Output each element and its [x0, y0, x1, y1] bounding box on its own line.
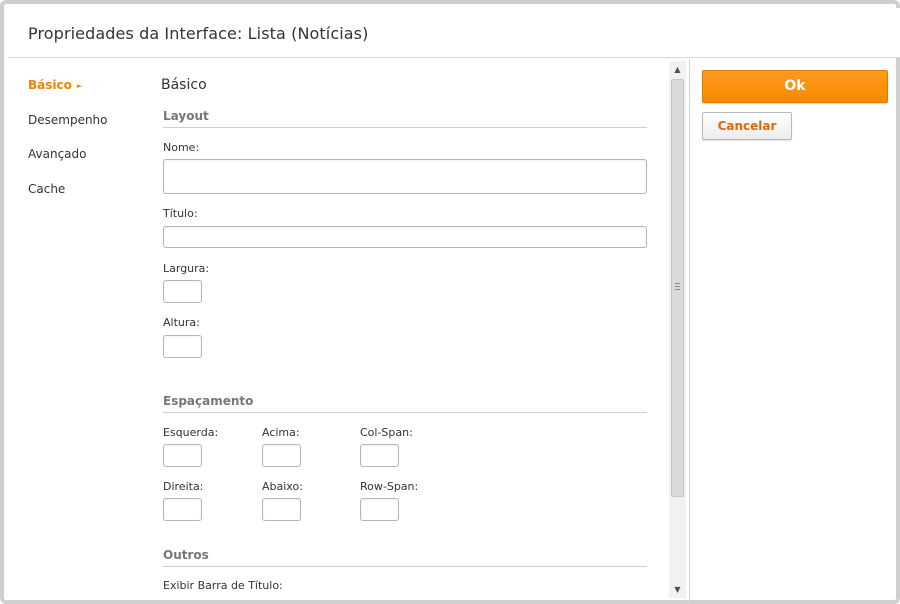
- colspan-input[interactable]: [360, 444, 399, 467]
- actions-pane: Ok Cancelar: [689, 59, 900, 604]
- bottom-label: Abaixo:: [262, 480, 303, 493]
- ok-button[interactable]: Ok: [702, 70, 888, 103]
- top-label: Acima:: [262, 426, 300, 439]
- nav-item-label: Cache: [28, 182, 66, 196]
- dialog-title: Propriedades da Interface: Lista (Notíci…: [28, 24, 369, 43]
- nav-item-basico[interactable]: Básico ►: [28, 78, 82, 92]
- left-label: Esquerda:: [163, 426, 219, 439]
- nav-item-cache[interactable]: Cache: [28, 182, 65, 196]
- vertical-scrollbar[interactable]: ▲ ▼: [669, 61, 686, 598]
- scroll-thumb[interactable]: [671, 79, 684, 497]
- right-label: Direita:: [163, 480, 204, 493]
- rowspan-label: Row-Span:: [360, 480, 419, 493]
- title-input[interactable]: [163, 226, 647, 248]
- dialog-titlebar: Propriedades da Interface: Lista (Notíci…: [8, 8, 900, 58]
- left-input[interactable]: [163, 444, 202, 467]
- width-label: Largura:: [163, 262, 210, 275]
- rowspan-input[interactable]: [360, 498, 399, 521]
- arrow-right-icon: ►: [76, 82, 83, 90]
- width-input[interactable]: [163, 280, 202, 303]
- nav-item-avancado[interactable]: Avançado: [28, 147, 86, 161]
- name-label: Nome:: [163, 141, 200, 154]
- height-input[interactable]: [163, 335, 202, 358]
- title-label: Título:: [163, 207, 198, 220]
- group-title-layout: Layout: [163, 109, 647, 128]
- nav-item-label: Básico: [28, 78, 72, 92]
- cancel-button[interactable]: Cancelar: [702, 112, 792, 140]
- colspan-label: Col-Span:: [360, 426, 413, 439]
- grip-icon: [675, 283, 680, 290]
- right-input[interactable]: [163, 498, 202, 521]
- nav-item-desempenho[interactable]: Desempenho: [28, 113, 108, 127]
- content-pane: Básico ► Desempenho Avançado Cache Básico…: [8, 59, 689, 604]
- group-title-spacing: Espaçamento: [163, 394, 647, 413]
- group-title-others: Outros: [163, 548, 647, 567]
- top-input[interactable]: [262, 444, 301, 467]
- nav-item-label: Avançado: [28, 147, 87, 161]
- bottom-input[interactable]: [262, 498, 301, 521]
- scroll-up-icon[interactable]: ▲: [669, 61, 686, 78]
- height-label: Altura:: [163, 316, 200, 329]
- name-input[interactable]: [163, 159, 647, 194]
- nav-item-label: Desempenho: [28, 113, 108, 127]
- scroll-down-icon[interactable]: ▼: [669, 581, 686, 598]
- show-titlebar-label: Exibir Barra de Título:: [163, 579, 283, 592]
- dialog-window: Propriedades da Interface: Lista (Notíci…: [0, 0, 900, 604]
- section-title: Básico: [161, 77, 207, 93]
